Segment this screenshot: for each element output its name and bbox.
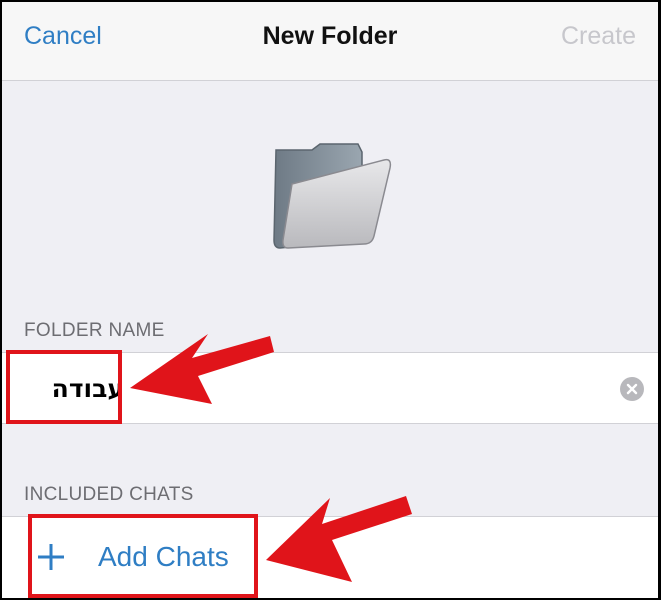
navigation-bar: Cancel New Folder Create	[2, 2, 658, 81]
included-chats-header: INCLUDED CHATS	[24, 484, 194, 505]
arrow-annotation-icon	[130, 334, 274, 404]
add-chats-highlight-box	[28, 514, 258, 598]
folder-name-highlight-box	[6, 350, 122, 424]
new-folder-screen: Cancel New Folder Create FOLDER NAME עבו…	[2, 2, 658, 598]
create-button[interactable]: Create	[561, 22, 636, 51]
page-title: New Folder	[262, 22, 398, 50]
arrow-annotation-icon	[266, 496, 412, 582]
clear-icon[interactable]	[620, 377, 644, 401]
folder-icon	[273, 143, 392, 249]
